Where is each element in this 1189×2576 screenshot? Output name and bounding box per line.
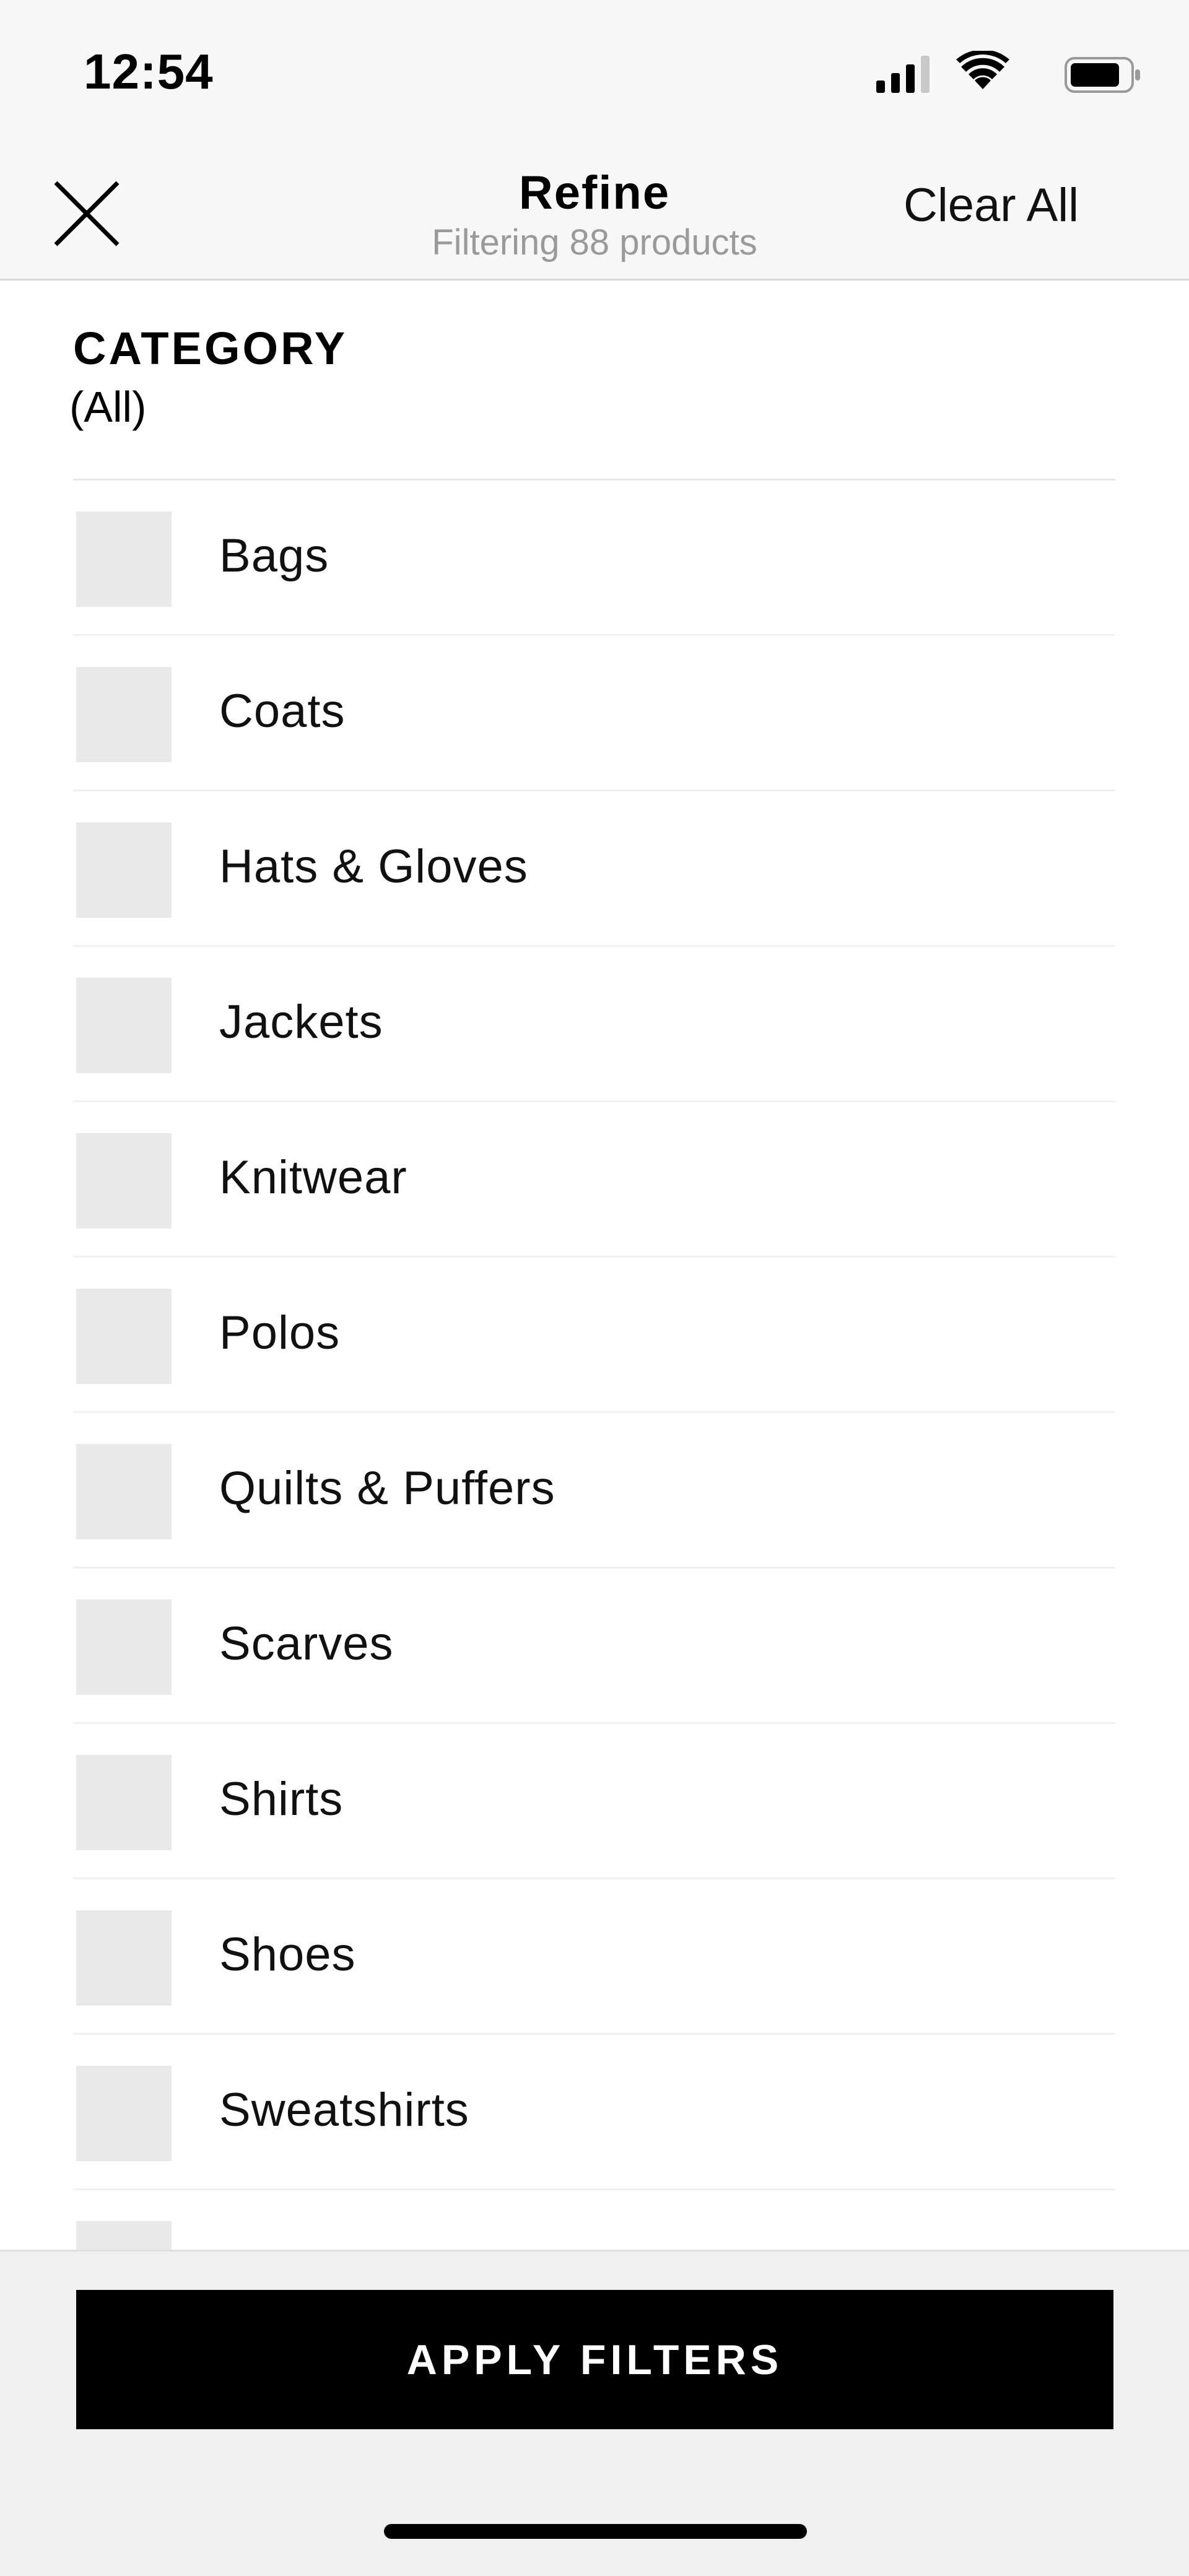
checkbox[interactable]: [76, 1133, 172, 1229]
category-item-label: Shirts: [219, 1773, 344, 1825]
category-item-shoes[interactable]: Shoes: [73, 1879, 1115, 2035]
wifi-icon: [956, 51, 1009, 89]
checkbox[interactable]: [76, 1755, 172, 1850]
checkbox[interactable]: [76, 1289, 172, 1384]
category-item-bags[interactable]: Bags: [73, 481, 1115, 636]
category-item-sweatshirts[interactable]: Sweatshirts: [73, 2035, 1115, 2190]
category-item-label: Quilts & Puffers: [219, 1462, 555, 1515]
checkbox[interactable]: [76, 1910, 172, 2006]
category-item-label: Knitwear: [219, 1151, 407, 1204]
category-item-label: Scarves: [219, 1617, 394, 1670]
signal-icon: [876, 56, 930, 93]
checkbox[interactable]: [76, 2221, 172, 2250]
category-item-polos[interactable]: Polos: [73, 1258, 1115, 1413]
category-item-label: Hats & Gloves: [219, 840, 528, 893]
category-list[interactable]: Bags Coats Hats & Gloves Jackets Knitwea…: [0, 481, 1189, 2250]
category-item-quilts-puffers[interactable]: Quilts & Puffers: [73, 1413, 1115, 1569]
apply-filters-button[interactable]: APPLY FILTERS: [76, 2290, 1113, 2429]
status-time: 12:54: [84, 44, 214, 99]
battery-icon: [1065, 57, 1140, 93]
category-item-hats-gloves[interactable]: Hats & Gloves: [73, 791, 1115, 947]
category-item-partial[interactable]: [73, 2190, 1115, 2250]
checkbox[interactable]: [76, 978, 172, 1073]
category-item-label: Shoes: [219, 1928, 356, 1981]
category-item-label: Jackets: [219, 996, 383, 1048]
category-section-header[interactable]: CATEGORY (All): [69, 322, 348, 432]
category-item-knitwear[interactable]: Knitwear: [73, 1102, 1115, 1258]
footer: APPLY FILTERS: [0, 2250, 1189, 2576]
checkbox[interactable]: [76, 667, 172, 762]
category-item-jackets[interactable]: Jackets: [73, 947, 1115, 1102]
clear-all-button[interactable]: Clear All: [904, 178, 1079, 232]
category-item-label: Coats: [219, 685, 346, 738]
category-item-label: Bags: [219, 529, 329, 582]
checkbox[interactable]: [76, 511, 172, 607]
status-bar: 12:54: [0, 0, 1189, 149]
home-indicator[interactable]: [384, 2524, 807, 2539]
category-title: CATEGORY: [73, 323, 348, 374]
category-item-label: Sweatshirts: [219, 2084, 469, 2136]
category-item-label: Polos: [219, 1307, 341, 1359]
checkbox[interactable]: [76, 822, 172, 918]
category-item-shirts[interactable]: Shirts: [73, 1724, 1115, 1879]
checkbox[interactable]: [76, 1444, 172, 1539]
category-selection: (All): [69, 383, 147, 431]
category-item-coats[interactable]: Coats: [73, 636, 1115, 791]
checkbox[interactable]: [76, 1599, 172, 1695]
category-item-scarves[interactable]: Scarves: [73, 1569, 1115, 1724]
refine-header: Refine Filtering 88 products Clear All: [0, 149, 1189, 281]
checkbox[interactable]: [76, 2066, 172, 2161]
